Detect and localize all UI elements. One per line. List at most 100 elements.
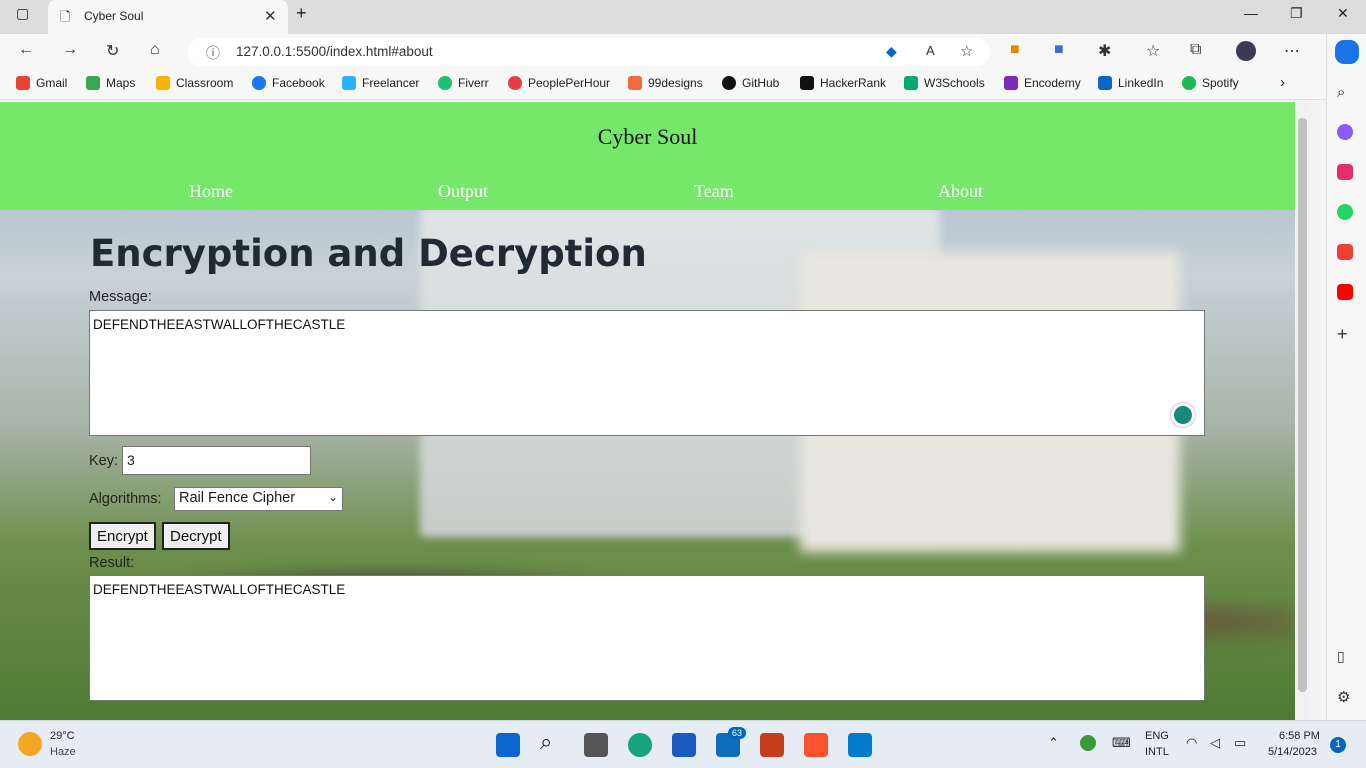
extension-icon[interactable]: ■: [1010, 41, 1020, 59]
tag-icon[interactable]: ◆: [886, 43, 897, 60]
gmail-icon[interactable]: [1337, 244, 1353, 260]
bookmark-peopleperhour[interactable]: PeoplePerHour: [508, 76, 610, 90]
messenger-icon[interactable]: [1337, 124, 1353, 140]
battery-icon[interactable]: ▭: [1234, 735, 1246, 751]
forward-icon[interactable]: →: [62, 41, 78, 59]
weather-status: Haze: [50, 746, 76, 758]
decrypt-button[interactable]: Decrypt: [162, 522, 230, 550]
clock-date[interactable]: 5/14/2023: [1268, 746, 1317, 758]
wifi-icon[interactable]: ◠: [1186, 735, 1197, 751]
bookmark-spotify[interactable]: Spotify: [1182, 76, 1239, 90]
message-label: Message:: [89, 289, 152, 305]
bookmark-hackerrank[interactable]: HackerRank: [800, 76, 886, 90]
scrollbar-thumb[interactable]: [1298, 118, 1307, 692]
close-window-icon[interactable]: ✕: [1337, 5, 1349, 22]
address-bar[interactable]: ⓘ 127.0.0.1:5500/index.html#about ◆ A ☆: [188, 38, 990, 66]
clock-time[interactable]: 6:58 PM: [1279, 730, 1320, 742]
result-label: Result:: [89, 555, 135, 571]
tab-bar: ▢ 🗋 Cyber Soul ✕ + — ❐ ✕: [0, 0, 1366, 34]
bookmark-w3schools[interactable]: W3Schools: [904, 76, 985, 90]
favorites-icon[interactable]: ☆: [1146, 41, 1160, 61]
bookmark-classroom[interactable]: Classroom: [156, 76, 233, 90]
nav-about[interactable]: About: [938, 181, 983, 202]
minimize-icon[interactable]: —: [1244, 5, 1258, 21]
keyboard-icon[interactable]: ⌨: [1112, 735, 1131, 751]
collections-icon[interactable]: ⧉: [1190, 41, 1201, 59]
algorithm-selected: Rail Fence Cipher: [179, 490, 296, 506]
extensions-icon[interactable]: ✱: [1098, 41, 1111, 61]
close-tab-icon[interactable]: ✕: [264, 7, 277, 25]
nav-home[interactable]: Home: [189, 181, 233, 202]
key-input[interactable]: 3: [122, 446, 311, 475]
language-primary[interactable]: ENG: [1145, 730, 1169, 742]
site-brand: Cyber Soul: [597, 124, 698, 149]
nav-team[interactable]: Team: [694, 181, 734, 202]
vscode-icon[interactable]: [848, 733, 872, 757]
tray-app-icon[interactable]: [1080, 735, 1096, 751]
sidebar-toggle-icon[interactable]: ▯: [1337, 648, 1355, 666]
bookmark-99designs[interactable]: 99designs: [628, 76, 703, 90]
refresh-icon[interactable]: ↻: [106, 41, 119, 61]
home-icon[interactable]: ⌂: [150, 41, 160, 59]
restore-icon[interactable]: ❐: [1290, 5, 1303, 22]
search-taskbar-icon[interactable]: ⌕: [540, 729, 564, 754]
bookmark-maps[interactable]: Maps: [86, 76, 135, 90]
bing-icon[interactable]: [1335, 40, 1359, 64]
edge-icon[interactable]: [628, 733, 652, 757]
weather-icon[interactable]: [18, 732, 42, 756]
brave-icon[interactable]: [804, 733, 828, 757]
weather-temp: 29°C: [50, 730, 75, 742]
youtube-icon[interactable]: [1337, 284, 1353, 300]
language-secondary[interactable]: INTL: [1145, 746, 1169, 758]
tab-title: Cyber Soul: [84, 9, 144, 23]
volume-icon[interactable]: ◁: [1210, 735, 1220, 751]
encrypt-button[interactable]: Encrypt: [89, 522, 156, 550]
mail-badge: 63: [728, 727, 747, 739]
bookmark-linkedin[interactable]: LinkedIn: [1098, 76, 1163, 90]
nav-output[interactable]: Output: [438, 181, 488, 202]
bookmark-freelancer[interactable]: Freelancer: [342, 76, 419, 90]
add-icon[interactable]: +: [1337, 324, 1355, 344]
grammarly-icon[interactable]: [1171, 403, 1195, 427]
key-label: Key:: [89, 453, 119, 469]
translate-icon[interactable]: ■: [1054, 41, 1064, 59]
back-icon[interactable]: ←: [18, 41, 34, 59]
chevron-right-icon[interactable]: ›: [1280, 74, 1285, 91]
page-title: Encryption and Decryption: [90, 232, 647, 275]
word-icon[interactable]: [672, 733, 696, 757]
tab-actions-icon[interactable]: ▢: [16, 5, 29, 22]
new-tab-icon[interactable]: +: [296, 3, 307, 24]
search-icon[interactable]: ⌕: [1337, 84, 1355, 102]
bookmark-gmail[interactable]: Gmail: [16, 76, 67, 90]
favorite-icon[interactable]: ☆: [960, 42, 973, 60]
algorithm-select[interactable]: Rail Fence Cipher ⌄: [174, 487, 343, 511]
browser-tab[interactable]: 🗋 Cyber Soul ✕: [48, 0, 288, 34]
read-aloud-icon[interactable]: A: [926, 43, 935, 58]
start-icon[interactable]: [496, 733, 520, 757]
whatsapp-icon[interactable]: [1337, 204, 1353, 220]
settings-icon[interactable]: ⚙: [1337, 688, 1355, 706]
tray-chevron-icon[interactable]: ⌃: [1048, 735, 1059, 751]
instagram-icon[interactable]: [1337, 164, 1353, 180]
page-icon: 🗋: [60, 9, 71, 24]
bookmark-facebook[interactable]: Facebook: [252, 76, 325, 90]
address-toolbar: ← → ↻ ⌂ ⓘ 127.0.0.1:5500/index.html#abou…: [0, 34, 1326, 70]
result-output[interactable]: DEFENDTHEEASTWALLOFTHECASTLE: [89, 575, 1205, 701]
bookmark-encodemy[interactable]: Encodemy: [1004, 76, 1081, 90]
bookmark-github[interactable]: GitHub: [722, 76, 779, 90]
site-header: Cyber Soul Home Output Team About: [0, 102, 1295, 210]
bookmark-fiverr[interactable]: Fiverr: [438, 76, 489, 90]
algorithms-label: Algorithms:: [89, 491, 162, 507]
more-icon[interactable]: ⋯: [1284, 41, 1300, 61]
task-view-icon[interactable]: [584, 733, 608, 757]
bookmarks-bar: Gmail Maps Classroom Facebook Freelancer…: [0, 70, 1326, 100]
message-input[interactable]: DEFENDTHEEASTWALLOFTHECASTLE: [89, 310, 1205, 436]
info-icon[interactable]: ⓘ: [206, 43, 220, 63]
page-scrollbar[interactable]: [1295, 102, 1310, 720]
avatar[interactable]: [1236, 41, 1256, 61]
url-text: 127.0.0.1:5500/index.html#about: [236, 44, 433, 59]
notification-badge[interactable]: 1: [1330, 737, 1346, 753]
chevron-down-icon: ⌄: [327, 490, 338, 504]
edge-sidebar: ⌕ + ▯ ⚙: [1326, 34, 1366, 720]
powerpoint-icon[interactable]: [760, 733, 784, 757]
